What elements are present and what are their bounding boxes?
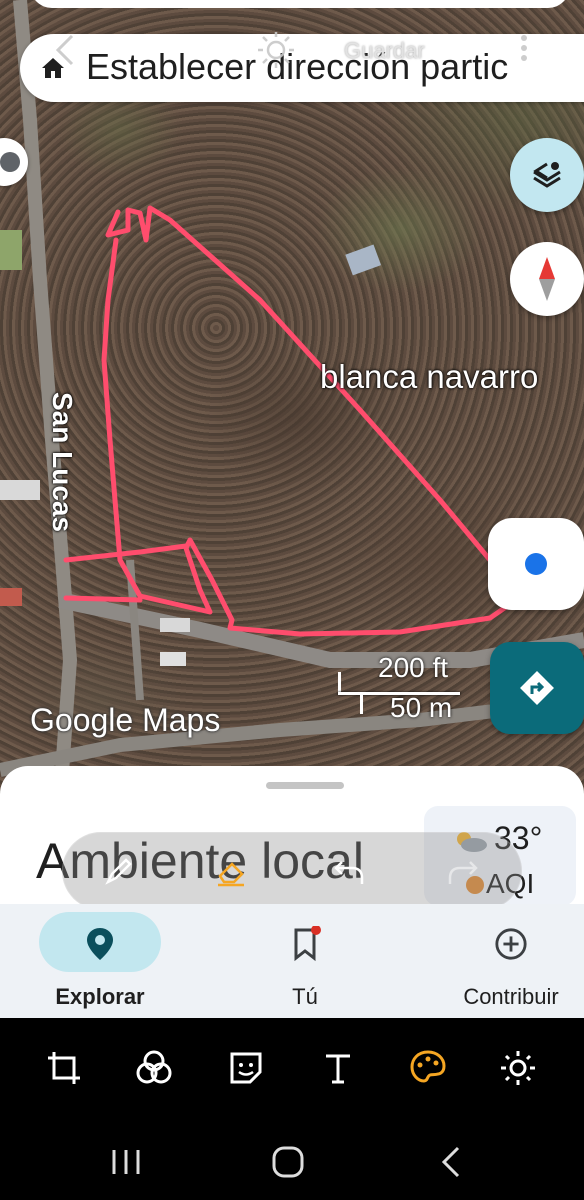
- map-scale: 200 ft 50 m: [338, 652, 464, 723]
- markup-toolbar[interactable]: [62, 832, 522, 910]
- directions-button[interactable]: [490, 642, 584, 734]
- google-maps-logo: Google Maps: [30, 702, 221, 738]
- undo-icon[interactable]: [332, 854, 366, 888]
- search-bar-text: Establecer dirección partic: [86, 46, 509, 87]
- location-pin-icon: [87, 928, 113, 960]
- top-sheet-edge: [30, 0, 570, 8]
- nav-contribuir-label: Contribuir: [463, 984, 559, 1009]
- bookmark-icon: [294, 926, 321, 962]
- my-location-icon: [525, 553, 547, 575]
- sticker-icon[interactable]: [226, 1048, 266, 1088]
- crop-rotate-icon[interactable]: [44, 1048, 84, 1088]
- scale-m: 50 m: [390, 692, 453, 723]
- nav-tu[interactable]: Tú: [250, 904, 360, 1018]
- more-options-icon[interactable]: [516, 30, 532, 70]
- save-button[interactable]: Guardar: [344, 38, 425, 78]
- filters-icon[interactable]: [134, 1048, 174, 1088]
- layers-icon: [533, 162, 561, 188]
- back-icon[interactable]: [50, 30, 80, 70]
- back-nav-icon[interactable]: [432, 1142, 472, 1182]
- drag-handle[interactable]: [266, 782, 344, 789]
- eraser-icon[interactable]: [214, 854, 248, 888]
- recents-icon[interactable]: [106, 1142, 146, 1182]
- layers-button[interactable]: [510, 138, 584, 212]
- search-bar[interactable]: Establecer dirección partic: [20, 34, 584, 102]
- markup-outline: [101, 205, 525, 637]
- system-navigation-bar: [0, 1118, 584, 1200]
- home-button-icon[interactable]: [268, 1142, 308, 1182]
- photo-editor-toolbar: [0, 1018, 584, 1118]
- pen-icon[interactable]: [102, 854, 136, 888]
- text-icon[interactable]: [318, 1048, 358, 1088]
- nav-explore-label: Explorar: [55, 984, 145, 1009]
- bottom-navigation: Explorar Tú Contribuir: [0, 904, 584, 1018]
- map-view[interactable]: Establecer dirección partic Guardar blan…: [0, 0, 584, 800]
- draw-icon[interactable]: [408, 1048, 448, 1088]
- redo-icon[interactable]: [446, 854, 480, 888]
- place-label[interactable]: blanca navarro: [320, 358, 538, 396]
- compass-button[interactable]: [510, 242, 584, 316]
- nav-contribuir[interactable]: Contribuir: [436, 904, 584, 1018]
- directions-icon: [520, 671, 554, 705]
- nav-tu-label: Tú: [292, 984, 318, 1009]
- add-circle-icon: [495, 928, 527, 960]
- scale-ft: 200 ft: [378, 652, 449, 683]
- my-location-button[interactable]: [488, 518, 584, 610]
- compass-icon: [539, 257, 555, 301]
- street-label: San Lucas: [47, 392, 78, 533]
- adjust-icon[interactable]: [498, 1048, 538, 1088]
- nav-explore[interactable]: Explorar: [39, 904, 161, 1018]
- auto-enhance-icon[interactable]: [258, 30, 294, 70]
